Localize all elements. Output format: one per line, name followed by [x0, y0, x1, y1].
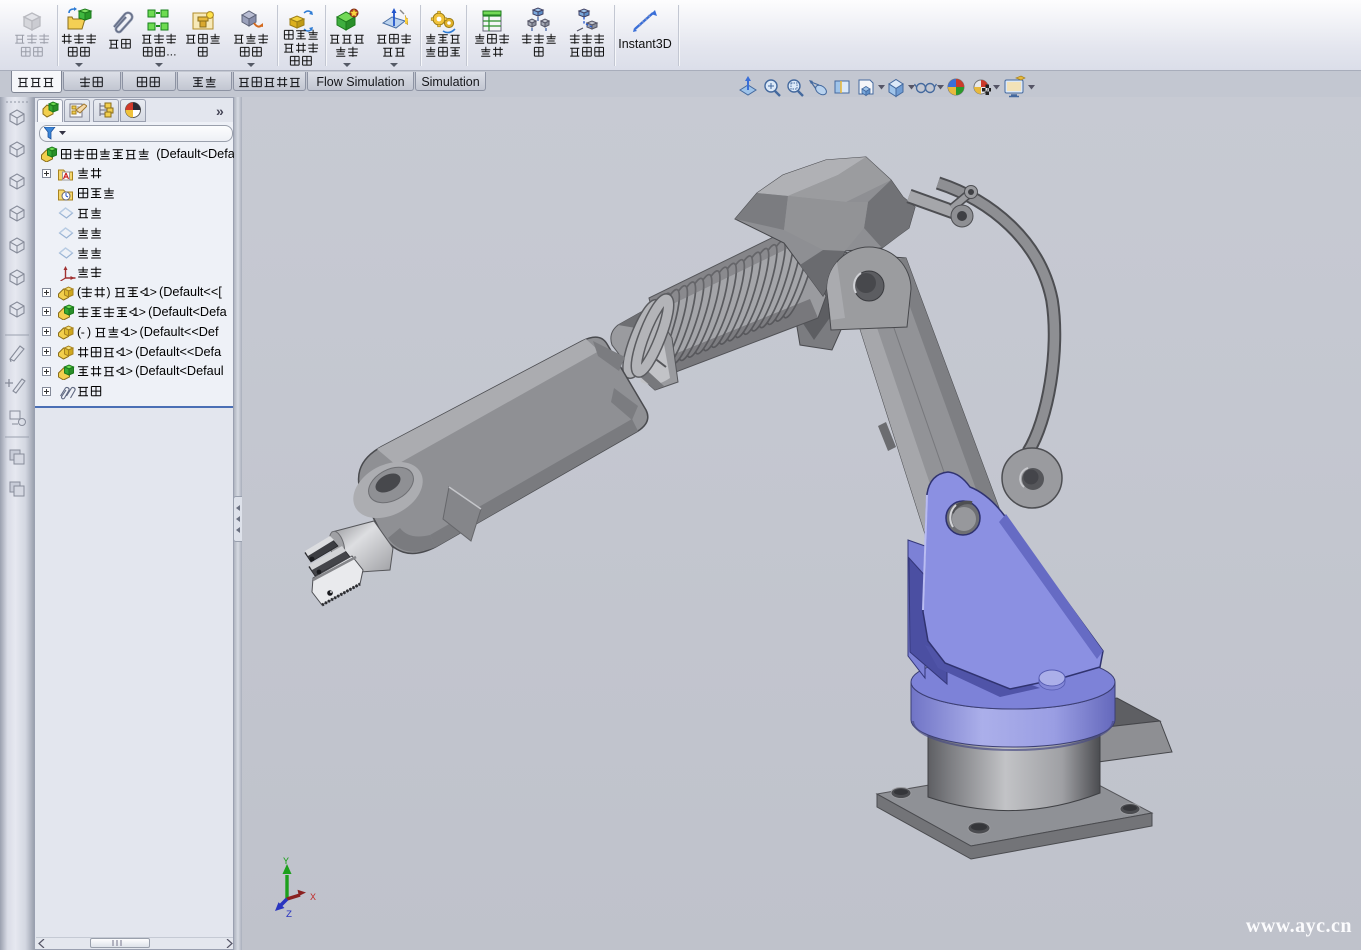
svg-text:): )	[87, 326, 91, 339]
svg-text:X: X	[310, 893, 316, 904]
svg-text:>: >	[126, 346, 133, 359]
svg-text:>: >	[130, 326, 137, 339]
svg-text:>: >	[126, 365, 133, 378]
svg-text:Z: Z	[286, 910, 292, 921]
svg-text:>: >	[139, 306, 146, 319]
svg-text:(: (	[77, 286, 81, 299]
svg-text:Y: Y	[283, 857, 289, 868]
svg-text:-: -	[81, 326, 85, 339]
svg-text:): )	[107, 286, 111, 299]
svg-text:>: >	[150, 286, 157, 299]
